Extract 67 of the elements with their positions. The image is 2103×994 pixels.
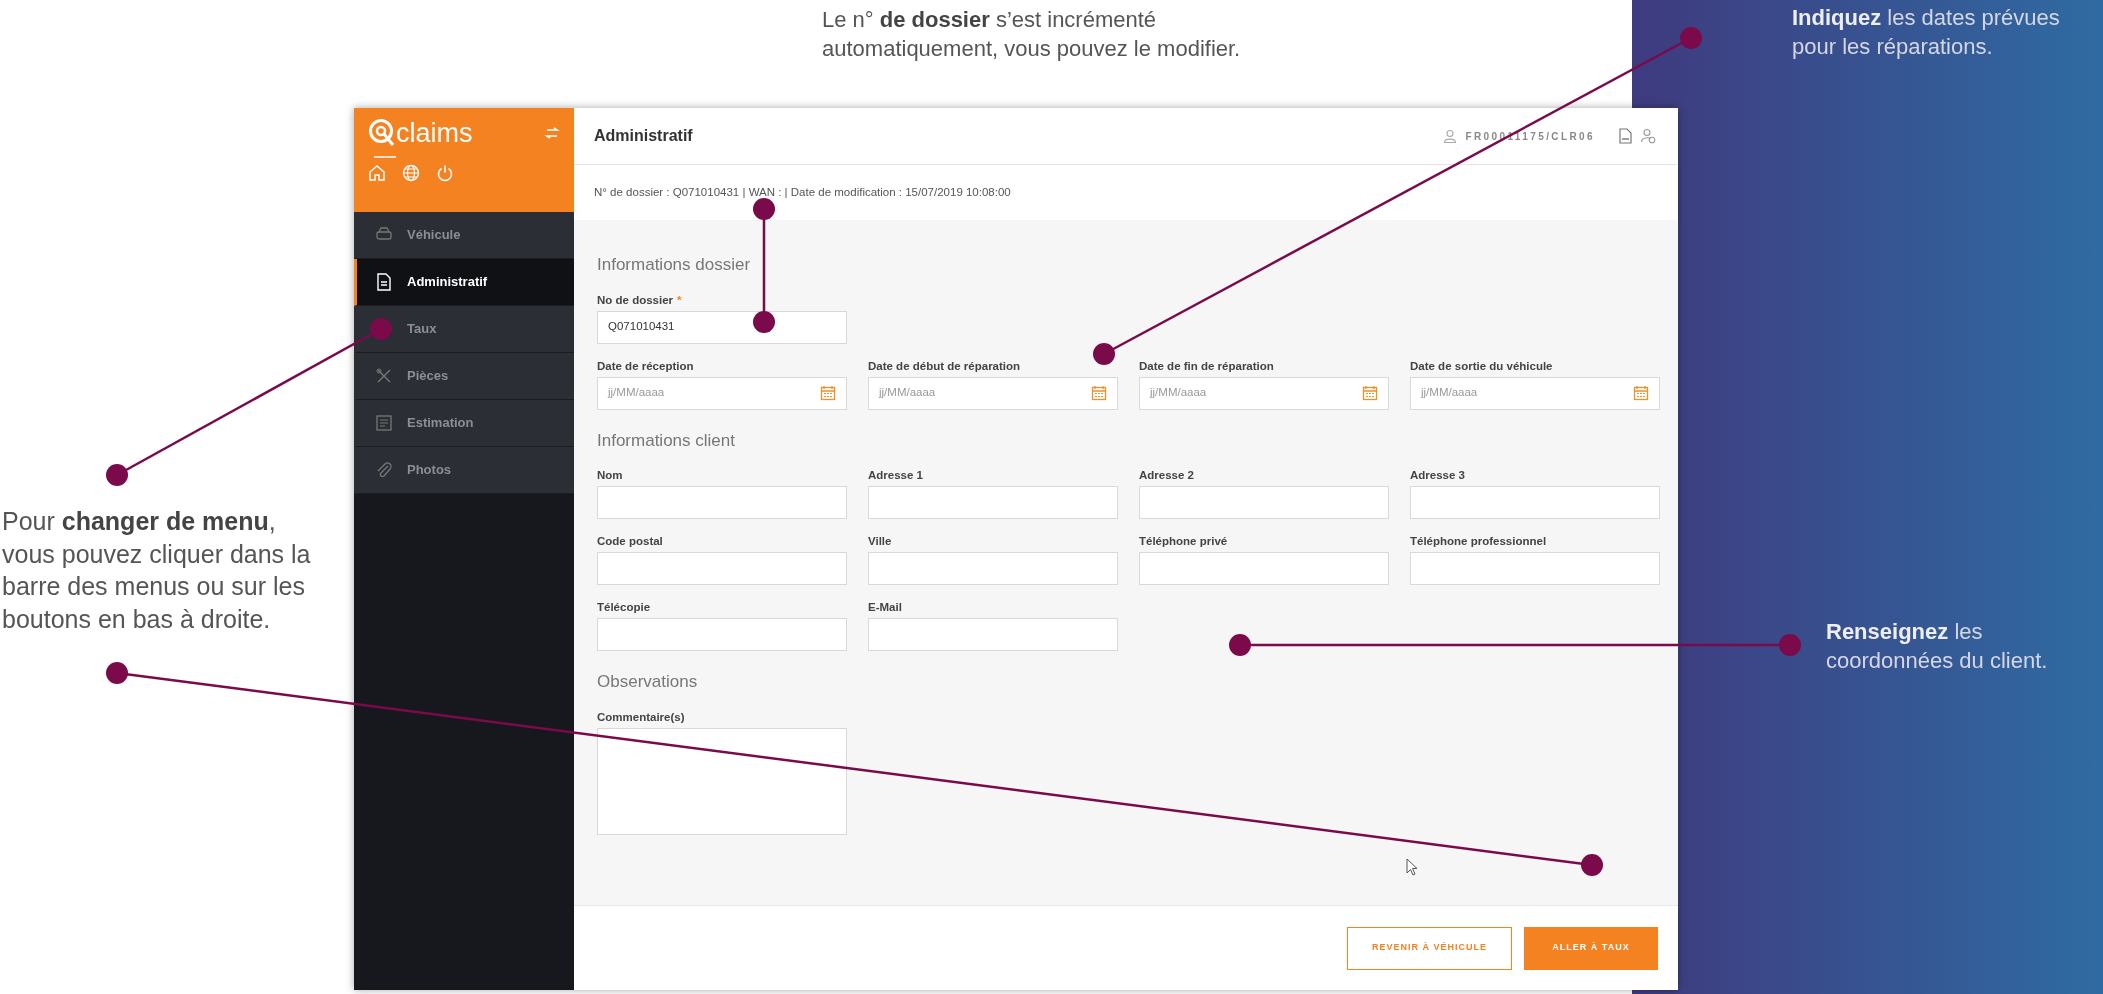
calendar-icon[interactable] xyxy=(1633,385,1649,401)
field-label: Date de sortie du véhicule xyxy=(1410,358,1554,372)
input-field[interactable] xyxy=(1139,486,1389,519)
field-label: Adresse 1 xyxy=(868,468,924,481)
field-label: Ville xyxy=(868,534,893,547)
document-icon[interactable] xyxy=(1619,128,1632,144)
input-field[interactable] xyxy=(1139,552,1389,585)
cursor-icon xyxy=(1406,858,1418,876)
field-label: Télécopie xyxy=(597,600,652,613)
list-icon xyxy=(375,414,393,432)
field-label: Nom xyxy=(597,468,624,481)
comment-field[interactable] xyxy=(597,727,847,835)
date-field[interactable]: jj/MM/aaaa xyxy=(597,376,847,410)
next-button[interactable]: ALLER À TAUX xyxy=(1524,926,1658,970)
input-field[interactable] xyxy=(868,486,1118,519)
field-label: Commentaire(s) xyxy=(597,709,686,723)
sidebar-item[interactable]: Photos xyxy=(354,447,574,494)
input-field[interactable] xyxy=(868,618,1118,651)
input-field[interactable] xyxy=(597,486,847,519)
paperclip-icon xyxy=(375,461,393,479)
input-field[interactable] xyxy=(597,618,847,651)
input-field[interactable] xyxy=(1410,552,1660,585)
field-label: Date de début de réparation xyxy=(868,358,1022,372)
section-title: Informations client xyxy=(597,429,736,452)
calendar-icon[interactable] xyxy=(1362,385,1378,401)
sidebar-item[interactable]: Pièces xyxy=(354,353,574,400)
file-info: N° de dossier : Q071010431 | WAN : | Date de modification : 15/07/2019 10:08:00 xyxy=(594,184,1011,200)
annotation-text: Pour changer de menu, vous pouvez cliquer dans la barre des menus ou sur les boutons en bas à droite. xyxy=(2,506,312,635)
date-field[interactable]: jj/MM/aaaa xyxy=(1139,376,1389,410)
field-label: Adresse 3 xyxy=(1410,468,1466,481)
date-field[interactable]: jj/MM/aaaa xyxy=(868,376,1118,410)
swap-icon[interactable] xyxy=(544,127,560,139)
logo-text: claims xyxy=(396,119,473,147)
tools-icon xyxy=(375,367,393,385)
globe-icon[interactable] xyxy=(402,164,420,182)
annotation-text: Renseignez les coordonnées du client. xyxy=(1826,618,2049,675)
annotation-text: Indiquez les dates prévues pour les réparations. xyxy=(1792,4,2061,61)
user-icon xyxy=(1443,129,1458,143)
section-title: Observations xyxy=(597,671,699,693)
user-add-icon[interactable] xyxy=(1640,128,1656,144)
calendar-icon[interactable] xyxy=(1091,385,1107,401)
field-label: Code postal xyxy=(597,534,664,547)
calendar-icon[interactable] xyxy=(820,385,836,401)
field-label: Téléphone professionnel xyxy=(1410,534,1548,547)
logo-icon xyxy=(368,118,396,148)
sidebar-item[interactable]: Véhicule xyxy=(354,212,574,259)
section-title: Informations dossier xyxy=(597,254,752,276)
input-field[interactable]: Q071010431 xyxy=(597,310,847,344)
date-field[interactable]: jj/MM/aaaa xyxy=(1410,376,1660,410)
sidebar-item[interactable]: Administratif xyxy=(354,259,574,306)
field-label: Date de réception xyxy=(597,358,695,372)
power-icon[interactable] xyxy=(436,164,454,182)
field-label: Adresse 2 xyxy=(1139,468,1195,481)
field-label: E-Mail xyxy=(868,600,903,613)
input-field[interactable] xyxy=(597,552,847,585)
field-label: Téléphone privé xyxy=(1139,534,1229,547)
home-icon[interactable] xyxy=(368,164,386,182)
input-field[interactable] xyxy=(1410,486,1660,519)
input-field[interactable] xyxy=(868,552,1118,585)
field-label: Date de fin de réparation xyxy=(1139,358,1275,372)
sidebar-item[interactable]: Estimation xyxy=(354,400,574,447)
annotation-text: Le n° de dossier s’est incrémenté automatiquement, vous pouvez le modifier. xyxy=(822,6,1242,63)
back-button[interactable]: REVENIR À VÉHICULE xyxy=(1347,926,1512,970)
field-label: No de dossier * xyxy=(597,292,683,306)
page-title: Administratif xyxy=(594,126,693,146)
document-icon xyxy=(375,273,393,291)
sidebar-item[interactable]: Taux xyxy=(354,306,574,353)
